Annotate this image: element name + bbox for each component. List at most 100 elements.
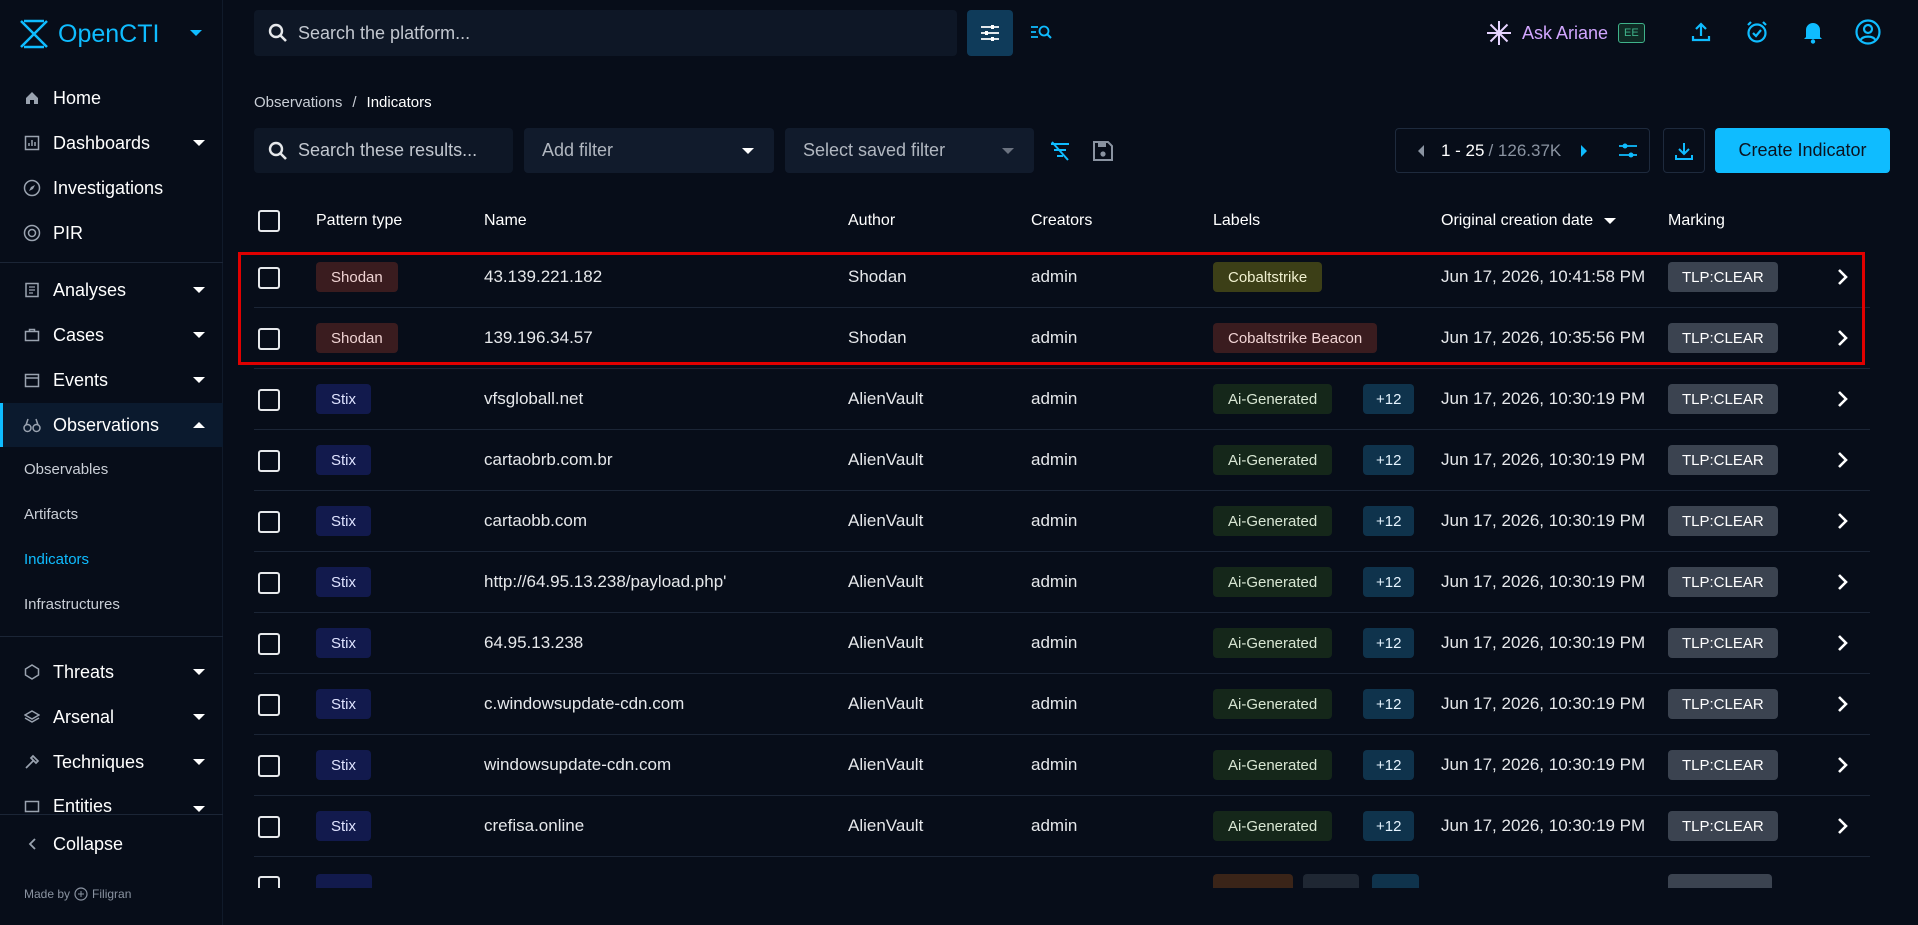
more-labels-chip[interactable]: +12 bbox=[1363, 445, 1415, 475]
advanced-search-button[interactable] bbox=[967, 10, 1013, 56]
chevron-right-icon[interactable] bbox=[1831, 448, 1855, 472]
more-labels-chip[interactable]: +12 bbox=[1363, 689, 1415, 719]
opencti-logo[interactable]: OpenCTI bbox=[18, 14, 159, 54]
sidebar-item-pir[interactable]: PIR bbox=[0, 211, 223, 255]
table-row[interactable]: Shodan 43.139.221.182 Shodan admin Cobaltstr… bbox=[254, 247, 1870, 308]
app-name: OpenCTI bbox=[58, 19, 160, 48]
global-search-input[interactable]: Search the platform... bbox=[254, 10, 957, 56]
sidebar-item-analyses[interactable]: Analyses bbox=[0, 268, 223, 312]
sidebar-item-techniques[interactable]: Techniques bbox=[0, 740, 223, 784]
sidebar-item-arsenal[interactable]: Arsenal bbox=[0, 695, 223, 739]
column-name[interactable]: Name bbox=[484, 212, 527, 230]
more-labels-chip[interactable]: +12 bbox=[1363, 811, 1415, 841]
table-row[interactable]: Stix crefisa.online AlienVault admin Ai-Gene… bbox=[254, 796, 1870, 857]
expand-caret-icon bbox=[193, 714, 205, 720]
bell-icon[interactable] bbox=[1799, 18, 1827, 46]
column-created-label: Original creation date bbox=[1441, 212, 1594, 229]
table-row[interactable]: Stix 64.95.13.238 AlienVault admin Ai-Genera… bbox=[254, 613, 1870, 674]
upload-icon[interactable] bbox=[1687, 18, 1715, 46]
row-checkbox[interactable] bbox=[258, 511, 280, 533]
more-labels-chip[interactable]: +12 bbox=[1363, 506, 1415, 536]
pattern-type-chip: Stix bbox=[316, 811, 372, 841]
sidebar-item-cases[interactable]: Cases bbox=[0, 313, 223, 357]
more-labels-chip[interactable]: +12 bbox=[1363, 750, 1415, 780]
sidebar-subitem-infrastructures[interactable]: Infrastructures bbox=[24, 596, 120, 613]
export-button[interactable] bbox=[1663, 128, 1705, 173]
row-checkbox[interactable] bbox=[258, 876, 280, 888]
sidebar-collapse-button[interactable]: Collapse bbox=[0, 822, 223, 866]
sidebar-item-events[interactable]: Events bbox=[0, 358, 223, 402]
sidebar-item-dashboards[interactable]: Dashboards bbox=[0, 121, 223, 165]
row-checkbox[interactable] bbox=[258, 572, 280, 594]
clear-filters-icon[interactable] bbox=[1046, 137, 1074, 165]
creation-date: Jun 17, 2026, 10:41:58 PM bbox=[1441, 267, 1646, 286]
chevron-right-icon[interactable] bbox=[1831, 387, 1855, 411]
search-query-icon[interactable] bbox=[1027, 18, 1055, 46]
row-checkbox[interactable] bbox=[258, 267, 280, 289]
alarm-clock-icon[interactable] bbox=[1743, 18, 1771, 46]
more-labels-chip bbox=[1372, 874, 1419, 888]
table-row[interactable]: Stix vfsgloball.net AlienVault admin Ai-Gene… bbox=[254, 369, 1870, 430]
row-checkbox[interactable] bbox=[258, 389, 280, 411]
select-all-checkbox[interactable] bbox=[258, 210, 280, 232]
sidebar-item-entities[interactable]: Entities bbox=[0, 784, 223, 814]
ask-ariane-button[interactable]: Ask Ariane EE bbox=[1486, 20, 1645, 46]
row-checkbox[interactable] bbox=[258, 328, 280, 350]
next-page-icon[interactable] bbox=[1579, 145, 1589, 157]
row-checkbox[interactable] bbox=[258, 816, 280, 838]
sidebar-subitem-observables[interactable]: Observables bbox=[24, 461, 108, 478]
sidebar-item-label: Arsenal bbox=[53, 706, 115, 727]
chevron-right-icon[interactable] bbox=[1831, 692, 1855, 716]
more-labels-chip[interactable]: +12 bbox=[1363, 384, 1415, 414]
more-labels-chip[interactable]: +12 bbox=[1363, 567, 1415, 597]
sidebar-item-observations[interactable]: Observations bbox=[0, 403, 223, 447]
sidebar-subitem-artifacts[interactable]: Artifacts bbox=[24, 506, 78, 523]
view-settings-icon[interactable] bbox=[1618, 141, 1638, 161]
add-filter-select[interactable]: Add filter bbox=[524, 128, 774, 173]
sidebar-item-threats[interactable]: Threats bbox=[0, 650, 223, 694]
events-icon bbox=[22, 370, 42, 390]
chevron-right-icon[interactable] bbox=[1831, 509, 1855, 533]
row-checkbox[interactable] bbox=[258, 755, 280, 777]
pattern-type-chip: Shodan bbox=[316, 323, 398, 353]
table-row[interactable]: Stix http://64.95.13.238/payload.php' Alie… bbox=[254, 552, 1870, 613]
saved-filter-label: Select saved filter bbox=[803, 140, 946, 160]
marking-chip: TLP:CLEAR bbox=[1668, 445, 1778, 475]
row-checkbox[interactable] bbox=[258, 450, 280, 472]
column-creators[interactable]: Creators bbox=[1031, 212, 1092, 230]
creator: admin bbox=[1031, 389, 1078, 408]
sidebar-item-home[interactable]: Home bbox=[0, 76, 223, 120]
save-filter-icon[interactable] bbox=[1089, 137, 1117, 165]
column-original-creation-date[interactable]: Original creation date bbox=[1441, 212, 1616, 230]
table-row[interactable]: Stix windowsupdate-cdn.com AlienVault admin… bbox=[254, 735, 1870, 796]
breadcrumb-observations[interactable]: Observations bbox=[254, 94, 342, 111]
table-row[interactable]: Stix c.windowsupdate-cdn.com AlienVault adm… bbox=[254, 674, 1870, 735]
chevron-right-icon[interactable] bbox=[1831, 326, 1855, 350]
column-author[interactable]: Author bbox=[848, 212, 895, 230]
previous-page-icon[interactable] bbox=[1416, 145, 1426, 157]
sidebar-item-label: Techniques bbox=[53, 751, 145, 772]
row-checkbox[interactable] bbox=[258, 633, 280, 655]
chevron-right-icon[interactable] bbox=[1831, 814, 1855, 838]
table-row[interactable]: Stix cartaobrb.com.br AlienVault admin Ai-Ge… bbox=[254, 430, 1870, 491]
saved-filter-select[interactable]: Select saved filter bbox=[785, 128, 1034, 173]
row-checkbox[interactable] bbox=[258, 694, 280, 716]
column-pattern-type[interactable]: Pattern type bbox=[316, 212, 402, 230]
column-marking[interactable]: Marking bbox=[1668, 212, 1725, 230]
creation-date: Jun 17, 2026, 10:30:19 PM bbox=[1441, 755, 1646, 774]
platform-switch-chevron-icon[interactable] bbox=[190, 30, 202, 36]
account-circle-icon[interactable] bbox=[1854, 18, 1882, 46]
chevron-right-icon[interactable] bbox=[1831, 753, 1855, 777]
more-labels-chip[interactable]: +12 bbox=[1363, 628, 1415, 658]
binoculars-icon bbox=[22, 415, 42, 435]
table-row[interactable]: Shodan 139.196.34.57 Shodan admin Cobaltstri… bbox=[254, 308, 1870, 369]
table-row[interactable]: Stix cartaobb.com AlienVault admin Ai-Genera… bbox=[254, 491, 1870, 552]
sidebar-subitem-indicators[interactable]: Indicators bbox=[24, 551, 89, 568]
chevron-right-icon[interactable] bbox=[1831, 631, 1855, 655]
create-indicator-button[interactable]: Create Indicator bbox=[1715, 128, 1890, 173]
chevron-right-icon[interactable] bbox=[1831, 265, 1855, 289]
sidebar-item-investigations[interactable]: Investigations bbox=[0, 166, 223, 210]
chevron-right-icon[interactable] bbox=[1831, 570, 1855, 594]
column-labels[interactable]: Labels bbox=[1213, 212, 1260, 230]
results-search-input[interactable]: Search these results... bbox=[254, 128, 513, 173]
